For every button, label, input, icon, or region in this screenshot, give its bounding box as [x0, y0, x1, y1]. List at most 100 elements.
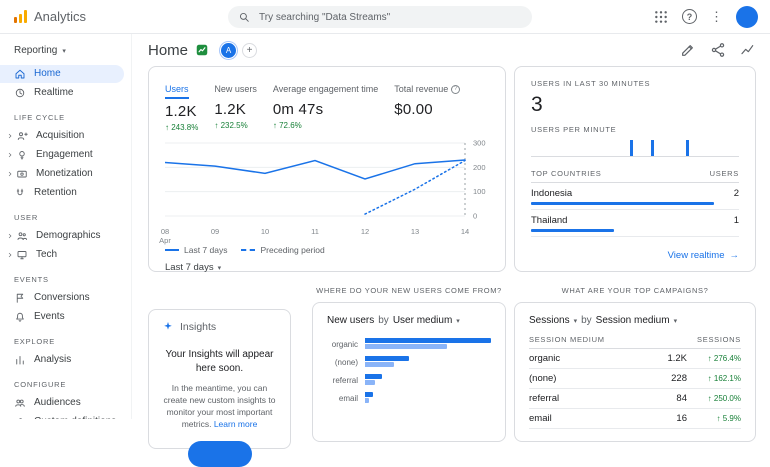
sidebar-item-custom-definitions[interactable]: Custom definitions [0, 413, 131, 419]
search-placeholder: Try searching "Data Streams" [259, 12, 390, 23]
chevron-down-icon: ▾ [62, 47, 66, 55]
country-row-thailand: Thailand1 [531, 210, 739, 237]
acquisition-icon [16, 130, 28, 142]
clock-icon [14, 87, 26, 99]
home-icon [14, 68, 26, 80]
x-axis-label: 09 [211, 227, 219, 236]
monetization-icon [16, 168, 28, 180]
kebab-menu-icon[interactable]: ⋮ [710, 10, 723, 23]
metric-tab-total-revenue[interactable]: Total revenue ?$0.00 [394, 79, 460, 132]
user-avatar[interactable] [736, 6, 758, 28]
sidebar-item-demographics[interactable]: Demographics [0, 227, 131, 245]
x-axis-label: 11 [311, 227, 319, 236]
countries-header: TOP COUNTRIES [531, 169, 602, 178]
conversions-icon [14, 292, 26, 304]
chevron-right-icon [6, 251, 14, 259]
campaigns-table-header: SESSION MEDIUM SESSIONS [529, 335, 741, 349]
country-bar [531, 229, 614, 232]
new-users-question: WHERE DO YOUR NEW USERS COME FROM? [312, 286, 506, 295]
sidebar-item-retention[interactable]: Retention [0, 184, 131, 202]
report-type-icon[interactable] [195, 43, 209, 57]
metric-tab-average-engagement-time[interactable]: Average engagement time0m 47s↑ 72.6% [273, 79, 378, 132]
sidebar-item-realtime[interactable]: Realtime [0, 84, 131, 102]
events-icon [14, 311, 26, 323]
help-icon[interactable]: ? [682, 9, 697, 24]
metric-value: 1.2K [165, 103, 198, 120]
sidebar-item-engagement[interactable]: Engagement [0, 146, 131, 164]
chevron-right-icon [6, 132, 14, 140]
sidebar-item-monetization[interactable]: Monetization [0, 165, 131, 183]
main-header: Home A + [132, 34, 770, 66]
date-range-selector[interactable]: Last 7 days ▾ [165, 262, 489, 273]
sidebar-item-label: Monetization [36, 168, 93, 180]
share-icon[interactable] [710, 42, 726, 58]
sessions-delta: ↑ 250.0% [687, 394, 741, 403]
add-comparison-button[interactable]: + [242, 43, 257, 58]
bar-category-label: organic [327, 340, 365, 349]
collection-switcher[interactable]: Reporting ▾ [0, 39, 131, 64]
comparison-chip[interactable]: A [221, 43, 236, 58]
collection-label: Reporting [14, 45, 57, 56]
apps-grid-icon[interactable] [653, 9, 669, 25]
sidebar-item-label: Tech [36, 249, 57, 261]
insights-title: Insights [180, 321, 216, 333]
sidebar-item-conversions[interactable]: Conversions [0, 289, 131, 307]
users-chart: 0100200300 [165, 138, 489, 227]
session-medium: referral [529, 393, 653, 404]
create-insight-button[interactable] [188, 441, 252, 467]
metric-delta: ↑ 232.5% [214, 121, 257, 130]
campaign-row-none: (none)228↑ 162.1% [529, 369, 741, 389]
customize-report-icon[interactable] [680, 42, 696, 58]
insights-header: Insights [161, 320, 278, 334]
sidebar-item-audiences[interactable]: Audiences [0, 394, 131, 412]
search-input[interactable]: Try searching "Data Streams" [228, 6, 532, 28]
sidebar-item-label: Retention [34, 187, 77, 199]
campaign-row-referral: referral84↑ 250.0% [529, 389, 741, 409]
new-users-card-title[interactable]: New users by User medium ▾ [327, 315, 491, 326]
sidebar-section-configure: CONFIGURE [0, 370, 131, 393]
chevron-down-icon: ▾ [574, 317, 578, 325]
metric-tabs: Users1.2K↑ 243.8%New users1.2K↑ 232.5%Av… [149, 67, 505, 136]
brand[interactable]: Analytics [0, 9, 150, 24]
bar-category-label: (none) [327, 358, 365, 367]
chevron-right-icon [6, 232, 14, 240]
country-name: Thailand [531, 215, 567, 226]
campaigns-table: organic1.2K↑ 276.4%(none)228↑ 162.1%refe… [529, 349, 741, 429]
sidebar-section-life-cycle: LIFE CYCLE [0, 103, 131, 126]
metric-label: Total revenue ? [394, 84, 460, 97]
analysis-icon [14, 354, 26, 366]
audiences-icon [14, 397, 26, 409]
sidebar-section-user: USER [0, 203, 131, 226]
insights-icon[interactable] [740, 42, 756, 58]
country-name: Indonesia [531, 188, 572, 199]
country-users: 2 [734, 188, 739, 199]
chevron-right-icon [6, 151, 14, 159]
users-line-chart: 0100200300 [165, 138, 491, 222]
insights-body: In the meantime, you can create new cust… [161, 383, 278, 431]
page-title: Home [148, 42, 188, 59]
sidebar-item-events[interactable]: Events [0, 308, 131, 326]
sessions-delta: ↑ 162.1% [687, 374, 741, 383]
sidebar-item-home[interactable]: Home [0, 65, 124, 83]
header-actions [680, 42, 756, 58]
metric-tab-users[interactable]: Users1.2K↑ 243.8% [165, 79, 198, 132]
sidebar-item-tech[interactable]: Tech [0, 246, 131, 264]
campaigns-card-title[interactable]: Sessions ▾ by Session medium ▾ [529, 315, 741, 326]
chevron-down-icon: ▾ [218, 264, 222, 272]
x-axis-label: 10 [261, 227, 269, 236]
sidebar-item-acquisition[interactable]: Acquisition [0, 127, 131, 145]
view-realtime-link[interactable]: View realtime → [668, 250, 739, 261]
campaigns-question: WHAT ARE YOUR TOP CAMPAIGNS? [514, 286, 756, 295]
sidebar-item-label: Demographics [36, 230, 100, 242]
metric-delta: ↑ 243.8% [165, 123, 198, 132]
bar-row-referral: referral [327, 374, 491, 386]
learn-more-link[interactable]: Learn more [214, 419, 257, 429]
minute-bar [651, 140, 654, 156]
metric-tab-new-users[interactable]: New users1.2K↑ 232.5% [214, 79, 257, 132]
countries-table: Indonesia 2 Thailand1 [531, 183, 739, 237]
insights-headline: Your Insights will appear here soon. [161, 348, 278, 375]
overview-card: Users1.2K↑ 243.8%New users1.2K↑ 232.5%Av… [148, 66, 506, 272]
legend-swatch [241, 249, 255, 251]
metric-value: 0m 47s [273, 101, 378, 118]
sidebar-item-analysis[interactable]: Analysis [0, 351, 131, 369]
